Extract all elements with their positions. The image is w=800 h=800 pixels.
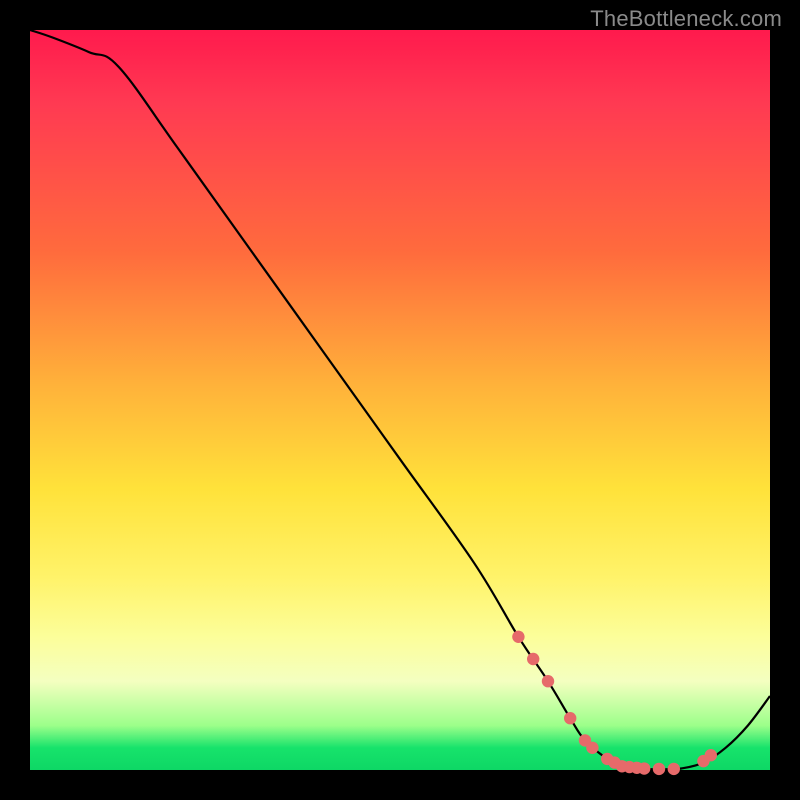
- marker-dot: [564, 712, 576, 724]
- chart-frame: TheBottleneck.com: [0, 0, 800, 800]
- curve-layer: [30, 30, 770, 770]
- marker-dot: [542, 675, 554, 687]
- bottleneck-curve: [30, 30, 770, 769]
- marker-dot: [527, 653, 539, 665]
- marker-dot: [638, 762, 650, 774]
- marker-dot: [512, 631, 524, 643]
- marker-dot: [586, 742, 598, 754]
- highlight-markers: [512, 631, 717, 775]
- marker-dot: [705, 749, 717, 761]
- marker-dot: [668, 763, 680, 775]
- plot-area: [30, 30, 770, 770]
- watermark-text: TheBottleneck.com: [590, 6, 782, 32]
- marker-dot: [653, 763, 665, 775]
